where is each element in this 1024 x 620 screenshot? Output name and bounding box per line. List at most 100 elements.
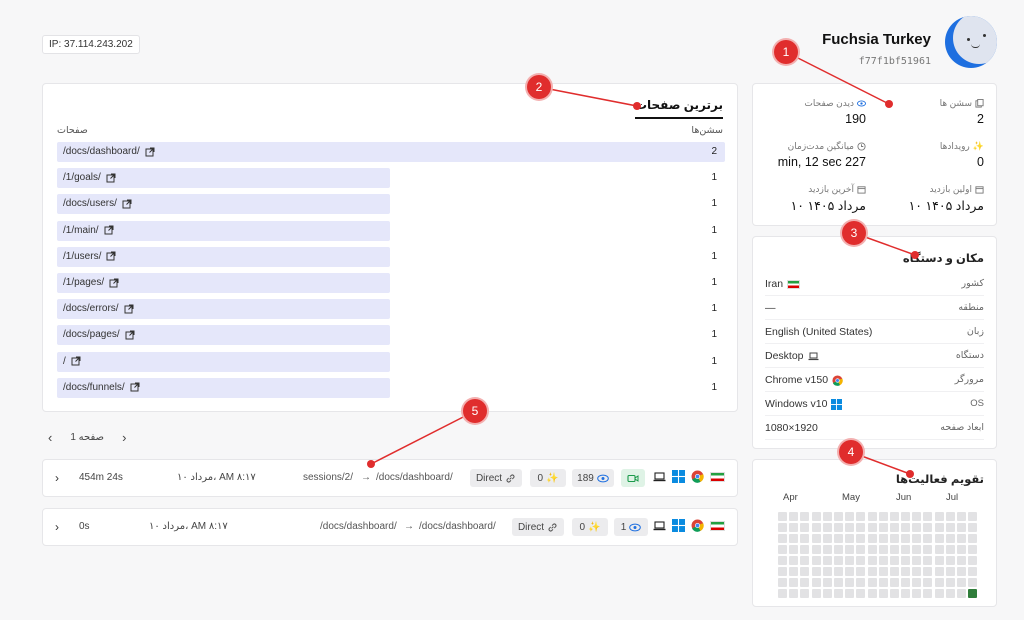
top-page-row[interactable]: /1 (57, 351, 723, 372)
calendar-day-cell[interactable] (856, 556, 866, 565)
calendar-day-cell[interactable] (867, 534, 877, 543)
calendar-day-cell[interactable] (778, 578, 787, 587)
calendar-day-cell[interactable] (811, 589, 821, 598)
calendar-day-cell[interactable] (923, 589, 933, 598)
calendar-day-cell[interactable] (822, 512, 832, 521)
calendar-day-cell[interactable] (856, 589, 866, 598)
calendar-day-cell[interactable] (889, 589, 899, 598)
top-page-row[interactable]: /1/pages/1 (57, 273, 723, 293)
calendar-day-cell[interactable] (968, 534, 978, 543)
external-link-icon[interactable] (145, 147, 155, 157)
calendar-day-cell[interactable] (778, 567, 787, 576)
calendar-day-cell[interactable] (945, 556, 955, 565)
calendar-day-cell[interactable] (856, 523, 866, 532)
calendar-day-cell[interactable] (945, 523, 955, 532)
calendar-day-cell[interactable] (856, 512, 866, 521)
calendar-day-cell[interactable] (789, 556, 799, 565)
calendar-day-cell[interactable] (934, 556, 944, 565)
calendar-day-cell[interactable] (822, 523, 832, 532)
calendar-day-cell[interactable] (833, 567, 843, 576)
calendar-day-cell[interactable] (934, 523, 944, 532)
calendar-day-cell[interactable] (901, 534, 911, 543)
calendar-day-cell[interactable] (901, 578, 911, 587)
calendar-day-cell[interactable] (845, 556, 855, 565)
calendar-day-cell[interactable] (856, 567, 866, 576)
calendar-day-cell[interactable] (811, 545, 821, 554)
calendar-day-cell[interactable] (867, 523, 877, 532)
calendar-day-cell[interactable] (934, 512, 944, 521)
calendar-day-cell[interactable] (912, 567, 922, 576)
calendar-day-cell[interactable] (789, 545, 799, 554)
calendar-day-cell[interactable] (878, 589, 888, 598)
calendar-day-cell[interactable] (811, 534, 821, 543)
calendar-day-cell[interactable] (968, 556, 978, 565)
calendar-day-cell[interactable] (833, 534, 843, 543)
calendar-day-cell[interactable] (811, 523, 821, 532)
calendar-day-cell[interactable] (789, 534, 799, 543)
calendar-day-cell[interactable] (889, 567, 899, 576)
calendar-day-cell[interactable] (811, 578, 821, 587)
calendar-day-cell[interactable] (968, 567, 978, 576)
calendar-day-cell[interactable] (822, 589, 832, 598)
calendar-day-cell[interactable] (945, 589, 955, 598)
calendar-day-cell[interactable] (912, 523, 922, 532)
calendar-day-cell[interactable] (968, 578, 978, 587)
calendar-day-cell[interactable] (878, 545, 888, 554)
calendar-day-cell[interactable] (912, 556, 922, 565)
top-page-path[interactable]: /1/main/ (63, 225, 114, 236)
calendar-day-cell[interactable] (822, 556, 832, 565)
calendar-day-cell[interactable] (845, 578, 855, 587)
calendar-day-cell[interactable] (901, 589, 911, 598)
calendar-day-cell[interactable] (789, 589, 799, 598)
calendar-day-cell[interactable] (968, 512, 978, 521)
calendar-day-cell[interactable] (912, 512, 922, 521)
calendar-day-cell[interactable] (778, 545, 787, 554)
calendar-day-cell[interactable] (800, 578, 810, 587)
top-page-row[interactable]: /1/main/1 (57, 220, 723, 241)
calendar-day-cell[interactable] (945, 512, 955, 521)
calendar-day-cell[interactable] (889, 534, 899, 543)
calendar-day-cell[interactable] (789, 523, 799, 532)
calendar-day-cell[interactable] (778, 523, 787, 532)
calendar-day-cell[interactable] (912, 589, 922, 598)
calendar-day-cell[interactable] (923, 578, 933, 587)
top-page-path[interactable]: / (63, 356, 81, 367)
calendar-day-cell[interactable] (934, 567, 944, 576)
calendar-day-cell[interactable] (833, 578, 843, 587)
calendar-day-cell[interactable] (822, 578, 832, 587)
external-link-icon[interactable] (71, 356, 81, 366)
calendar-day-cell[interactable] (945, 578, 955, 587)
expand-chevron-icon[interactable]: › (55, 520, 59, 534)
calendar-day-cell[interactable] (912, 545, 922, 554)
calendar-day-cell[interactable] (800, 534, 810, 543)
next-page-button[interactable]: › (122, 430, 126, 445)
calendar-day-cell[interactable] (878, 523, 888, 532)
calendar-day-cell[interactable] (968, 523, 978, 532)
calendar-day-cell[interactable] (945, 567, 955, 576)
top-page-path[interactable]: /docs/errors/ (63, 303, 134, 314)
calendar-day-cell[interactable] (833, 556, 843, 565)
replay-button[interactable] (621, 469, 645, 487)
calendar-day-cell[interactable] (822, 534, 832, 543)
calendar-day-cell[interactable] (867, 589, 877, 598)
calendar-day-cell[interactable] (800, 567, 810, 576)
external-link-icon[interactable] (124, 304, 134, 314)
calendar-day-cell[interactable] (889, 545, 899, 554)
top-pages-title[interactable]: برترین صفحات (634, 98, 723, 119)
calendar-day-cell[interactable] (957, 556, 966, 565)
calendar-day-cell[interactable] (901, 512, 911, 521)
top-page-row[interactable]: /docs/funnels/1 (57, 377, 723, 398)
calendar-day-cell[interactable] (878, 556, 888, 565)
calendar-day-cell[interactable] (833, 589, 843, 598)
calendar-day-cell[interactable] (889, 512, 899, 521)
calendar-day-cell[interactable] (912, 578, 922, 587)
calendar-day-cell[interactable] (923, 556, 933, 565)
top-page-row[interactable]: /1/goals/1 (57, 168, 723, 189)
external-link-icon[interactable] (104, 225, 114, 235)
expand-chevron-icon[interactable]: › (55, 471, 59, 485)
calendar-day-cell[interactable] (923, 534, 933, 543)
calendar-day-cell[interactable] (867, 578, 877, 587)
external-link-icon[interactable] (130, 382, 140, 392)
calendar-day-cell[interactable] (889, 523, 899, 532)
calendar-day-cell[interactable] (957, 523, 966, 532)
